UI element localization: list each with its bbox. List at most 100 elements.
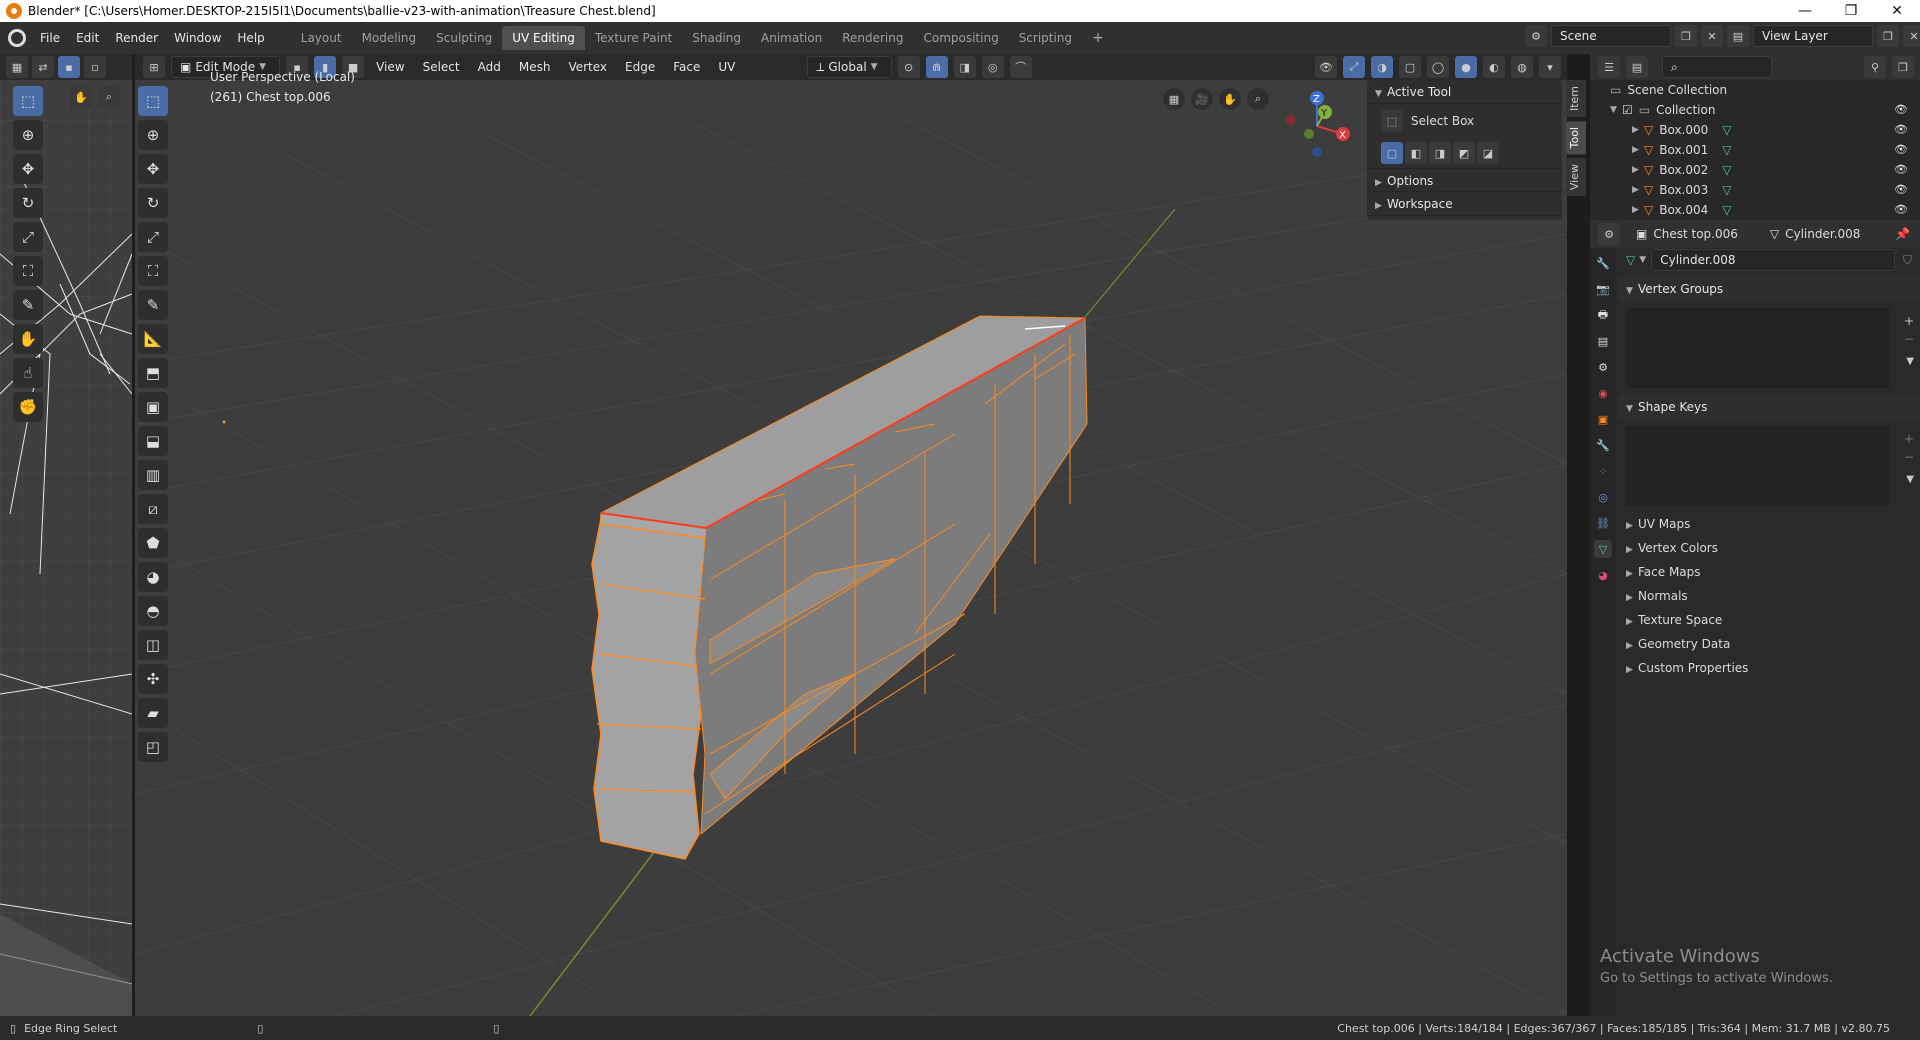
tab-texture-paint[interactable]: Texture Paint [585,26,682,50]
uv-rotate-tool[interactable]: ↻ [13,188,43,218]
scene-tab-icon[interactable]: ⚙ [1594,358,1612,376]
poly-build-tool[interactable]: ⬟ [138,528,168,558]
texture-space-section[interactable]: ▶ Texture Space [1618,608,1920,632]
uv-cursor-tool[interactable]: ⊕ [13,120,43,150]
uv-pan-icon[interactable]: ✋ [70,86,92,108]
pin-icon[interactable]: 📌 [1895,227,1910,241]
remove-view-layer-icon[interactable]: ✕ [1903,25,1920,47]
pivot-point-icon[interactable]: ⊙ [897,56,920,78]
world-tab-icon[interactable]: ◉ [1594,384,1612,402]
shape-keys-header[interactable]: ▼ Shape Keys [1618,394,1920,420]
new-view-layer-icon[interactable]: ❐ [1877,25,1899,47]
inset-tool[interactable]: ▣ [138,392,168,422]
add-vertex-group-button[interactable]: + [1904,314,1914,328]
outliner-item-box-003[interactable]: ▶ ▽ Box.003 ▽ 👁 [1590,180,1920,200]
transform-tool[interactable]: ⛶ [138,256,168,286]
editor-type-icon[interactable]: ⚙ [1598,223,1620,245]
rendered-shading-icon[interactable]: ◍ [1511,56,1533,78]
select-extend-icon[interactable]: ◧ [1405,142,1427,164]
select-intersect-icon[interactable]: ◪ [1477,142,1499,164]
menu-face[interactable]: Face [667,60,706,74]
snap-target-icon[interactable]: ◨ [953,56,976,78]
uv-maps-section[interactable]: ▶ UV Maps [1618,512,1920,536]
uv-relax-tool[interactable]: ☝ [13,358,43,388]
remove-vertex-group-button[interactable]: − [1904,332,1914,346]
menu-mesh[interactable]: Mesh [513,60,557,74]
outliner-item-box-000[interactable]: ▶ ▽ Box.000 ▽ 👁 [1590,120,1920,140]
visibility-eye-icon[interactable]: 👁 [1894,120,1908,140]
uv-vertex-select-icon[interactable]: ▪ [58,56,80,78]
edge-slide-tool[interactable]: ◫ [138,630,168,660]
menu-file[interactable]: File [32,22,68,54]
add-workspace-button[interactable]: + [1082,26,1114,50]
minimize-button[interactable]: — [1782,0,1828,22]
datablock-name-field[interactable]: Cylinder.008 [1651,249,1895,271]
active-tool-header[interactable]: ▼ Active Tool [1367,80,1562,104]
vertex-group-specials-icon[interactable]: ▼ [1906,356,1914,367]
chevron-down-icon[interactable]: ▼ [1639,248,1651,272]
view-layer-icon[interactable]: ▤ [1727,25,1749,47]
modifier-tab-icon[interactable]: 🔧 [1594,436,1612,454]
scale-tool[interactable]: ⤢ [138,222,168,252]
particles-tab-icon[interactable]: ⁘ [1594,462,1612,480]
render-tab-icon[interactable]: 📷 [1594,280,1612,298]
workspace-section[interactable]: ▶ Workspace [1367,192,1562,216]
uv-select-box-tool[interactable]: ⬚ [13,86,43,116]
restore-button[interactable]: ❐ [1828,0,1874,22]
measure-tool[interactable]: 📐 [138,324,168,354]
move-tool[interactable]: ✥ [138,154,168,184]
spin-tool[interactable]: ◕ [138,562,168,592]
outliner-item-box-004[interactable]: ▶ ▽ Box.004 ▽ 👁 [1590,200,1920,220]
menu-help[interactable]: Help [229,22,272,54]
knife-tool[interactable]: ⧄ [138,494,168,524]
smooth-tool[interactable]: ◓ [138,596,168,626]
uv-move-tool[interactable]: ✥ [13,154,43,184]
neg-y-axis-handle[interactable] [1304,129,1314,139]
select-box-tool[interactable]: ⬚ [138,86,168,116]
editor-type-icon[interactable]: ▦ [6,56,28,78]
new-collection-icon[interactable]: ❐ [1892,56,1914,78]
view-layer-tab-icon[interactable]: ▤ [1594,332,1612,350]
tab-compositing[interactable]: Compositing [913,26,1008,50]
collection-row[interactable]: ▼ ☑ ▭ Collection 👁 [1590,100,1920,120]
camera-view-icon[interactable]: 🎥 [1191,88,1213,110]
tab-shading[interactable]: Shading [682,26,751,50]
mesh-data-tab-icon[interactable]: ▽ [1594,540,1612,558]
display-mode-icon[interactable]: ▤ [1626,56,1648,78]
tab-rendering[interactable]: Rendering [832,26,913,50]
remove-shape-key-button[interactable]: − [1904,450,1914,464]
outliner-search-input[interactable]: ⌕ [1662,56,1772,78]
scene-icon[interactable]: ⚙ [1525,25,1547,47]
proportional-edit-icon[interactable]: ◎ [981,56,1004,78]
select-subtract-icon[interactable]: ◨ [1429,142,1451,164]
outliner-item-box-001[interactable]: ▶ ▽ Box.001 ▽ 👁 [1590,140,1920,160]
shape-keys-list[interactable] [1626,426,1890,506]
xray-toggle-icon[interactable]: ▢ [1399,56,1421,78]
tab-tool[interactable]: Tool [1566,121,1586,155]
navigation-gizmo[interactable]: Z X Y [1277,86,1357,166]
visibility-eye-icon[interactable]: 👁 [1894,160,1908,180]
menu-render[interactable]: Render [107,22,166,54]
menu-edge[interactable]: Edge [619,60,661,74]
vertex-groups-list[interactable] [1626,308,1890,388]
new-scene-icon[interactable]: ❐ [1675,25,1697,47]
remove-scene-icon[interactable]: ✕ [1701,25,1723,47]
scene-collection-row[interactable]: ▭ Scene Collection [1590,80,1920,100]
zoom-view-icon[interactable]: ⌕ [1247,88,1269,110]
options-section[interactable]: ▶ Options [1367,168,1562,192]
cursor-tool[interactable]: ⊕ [138,120,168,150]
menu-window[interactable]: Window [166,22,229,54]
shading-options-icon[interactable]: ▾ [1539,56,1561,78]
tab-view[interactable]: View [1566,158,1586,197]
uv-grab-tool[interactable]: ✋ [13,324,43,354]
checkbox-icon[interactable]: ☑ [1622,100,1633,120]
output-tab-icon[interactable]: 🖶 [1594,306,1612,324]
rotate-tool[interactable]: ↻ [138,188,168,218]
physics-tab-icon[interactable]: ◎ [1594,488,1612,506]
scene-name-field[interactable]: Scene [1551,25,1671,47]
material-tab-icon[interactable]: ◕ [1594,566,1612,584]
tab-sculpting[interactable]: Sculpting [426,26,502,50]
visibility-eye-icon[interactable]: 👁 [1894,200,1908,220]
pan-view-icon[interactable]: ✋ [1219,88,1241,110]
annotate-tool[interactable]: ✎ [138,290,168,320]
